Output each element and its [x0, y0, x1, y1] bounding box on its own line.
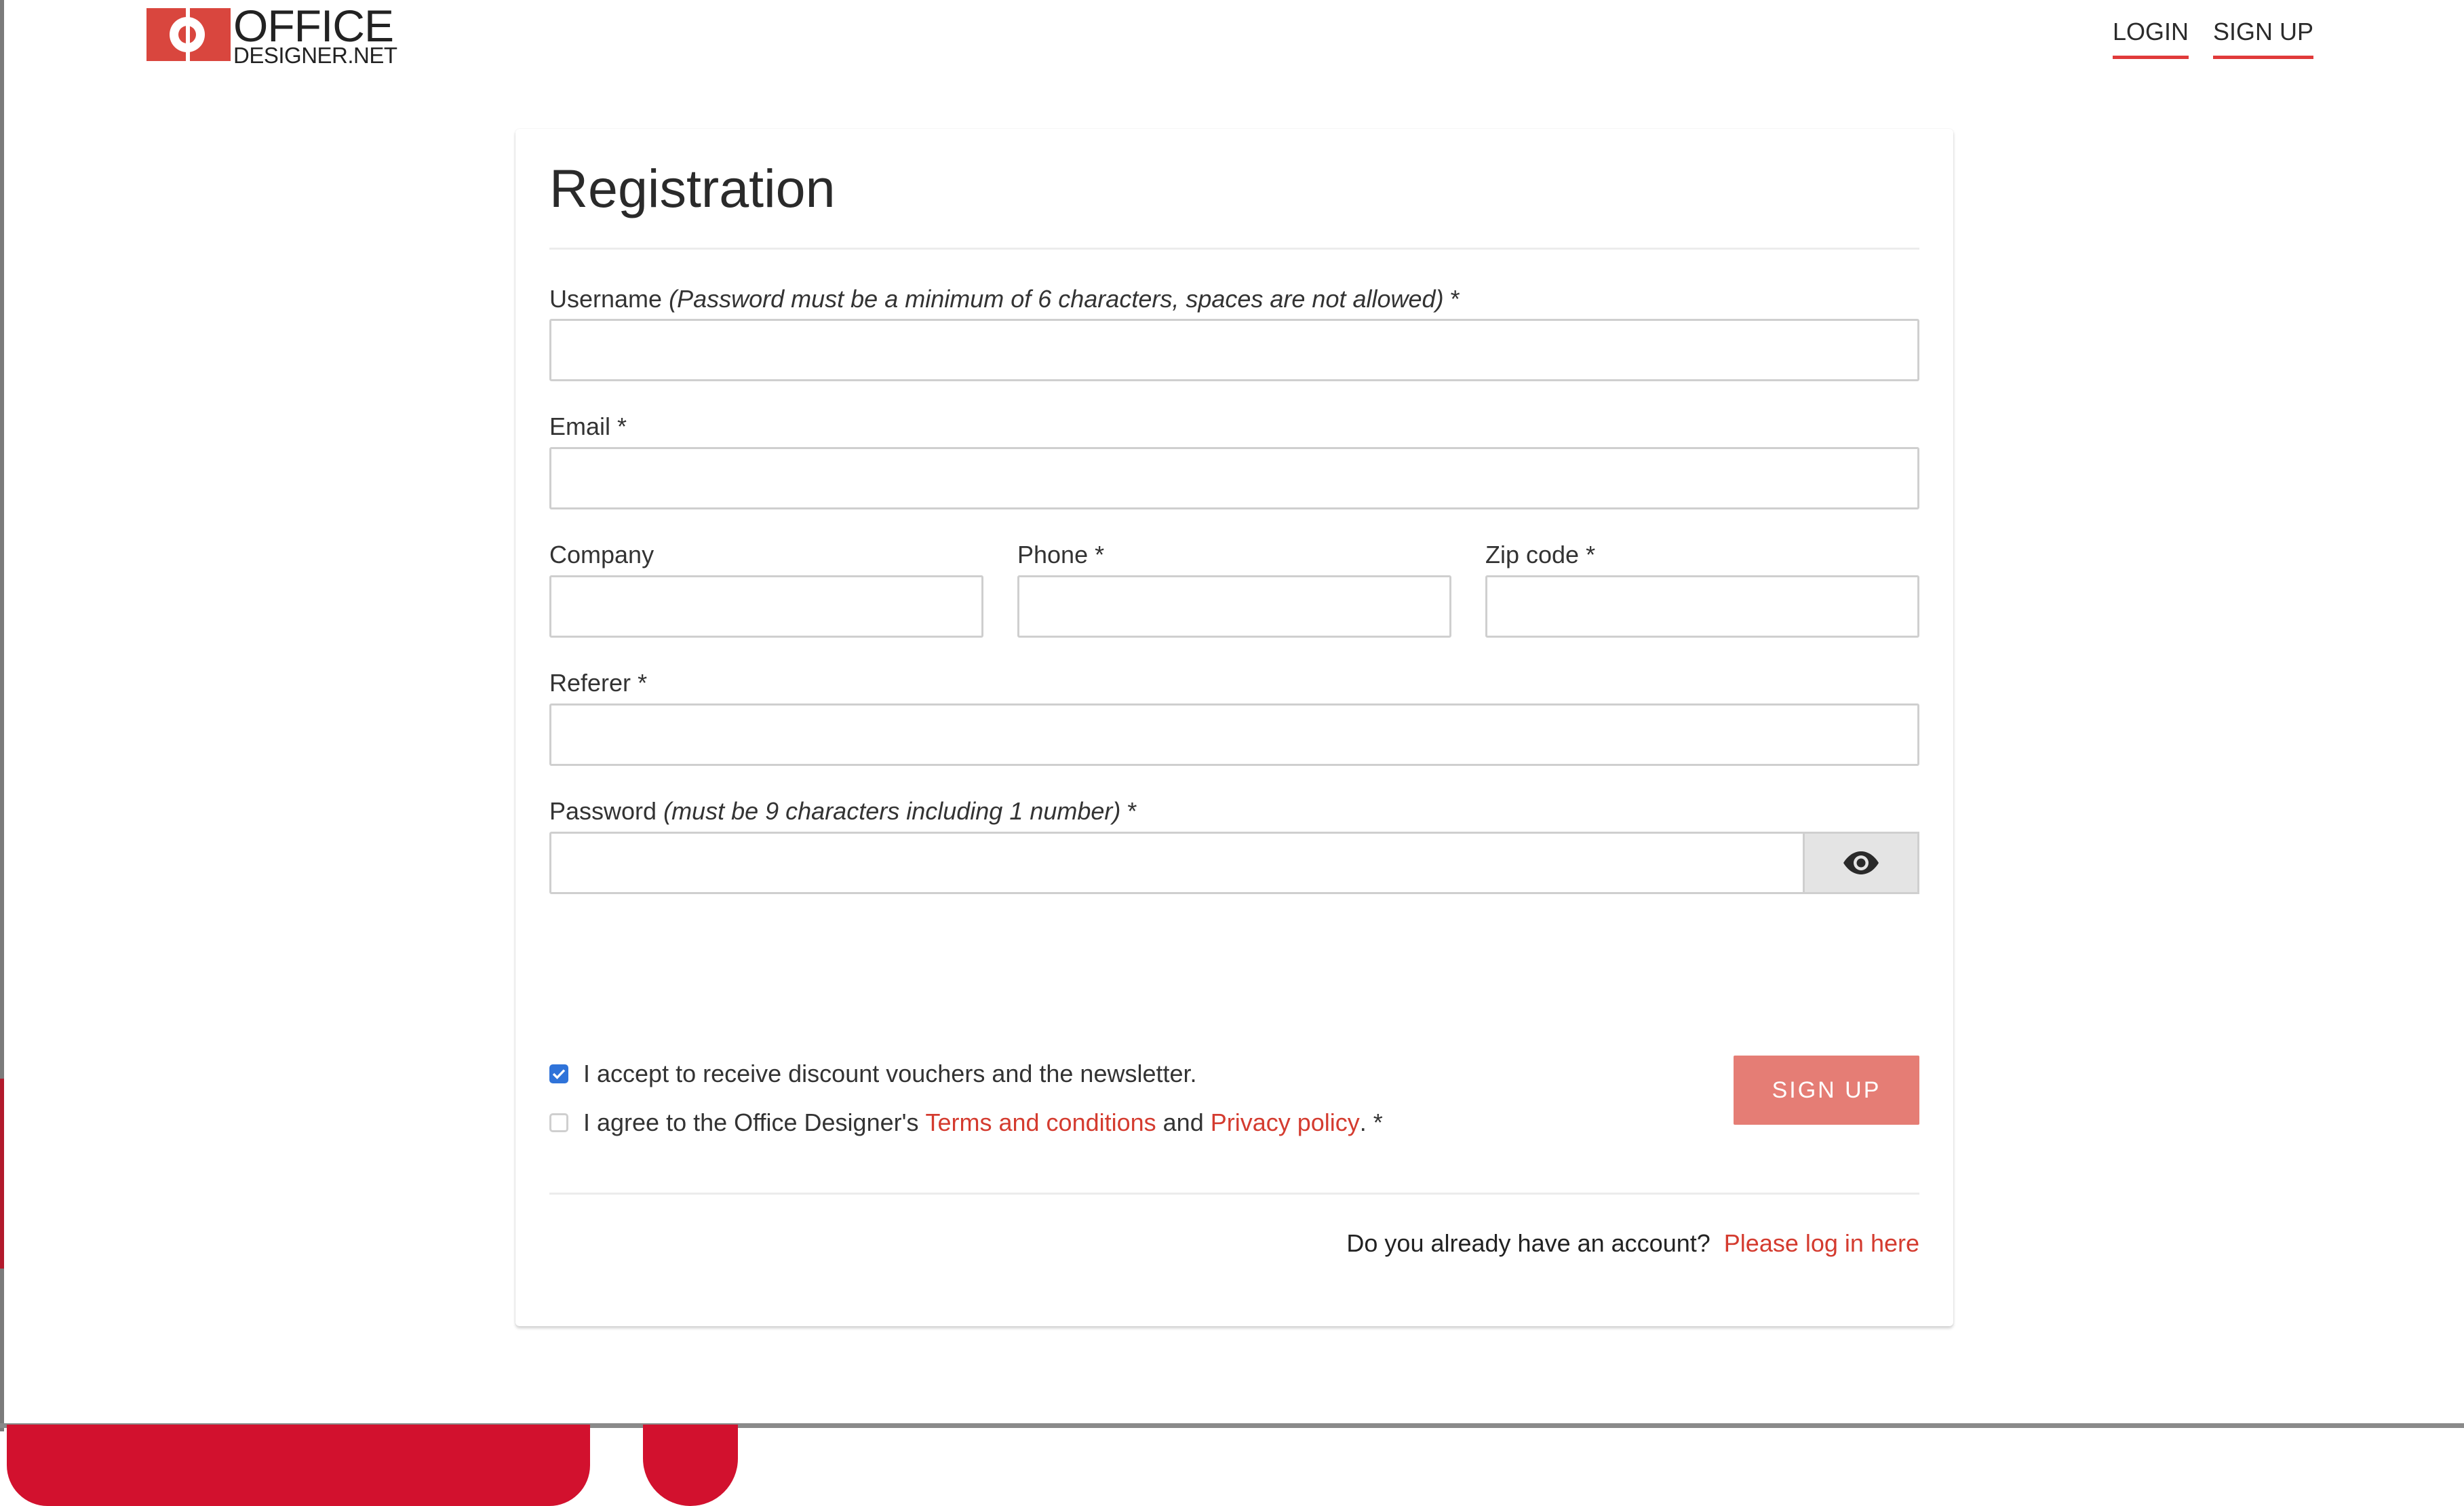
- logo-text: OFFICE DESIGNER.NET: [233, 3, 397, 66]
- signup-submit-button[interactable]: SIGN UP: [1734, 1056, 1919, 1125]
- divider: [549, 248, 1919, 250]
- newsletter-label: I accept to receive discount vouchers an…: [583, 1060, 1197, 1087]
- username-label-text: Username: [549, 285, 663, 313]
- required-marker: *: [1127, 797, 1137, 825]
- username-label: Username (Password must be a minimum of …: [549, 285, 1460, 313]
- logo-mark-icon: [146, 5, 231, 64]
- password-label: Password (must be 9 characters including…: [549, 797, 1137, 826]
- logo-line-1: OFFICE: [233, 0, 394, 51]
- terms-label-pre: I agree to the Office Designer's: [583, 1108, 926, 1136]
- phone-label: Phone *: [1017, 541, 1104, 569]
- username-input[interactable]: [549, 319, 1919, 381]
- company-input[interactable]: [549, 575, 983, 638]
- terms-label-post: . *: [1359, 1108, 1383, 1136]
- background-decoration: [643, 1425, 738, 1506]
- required-marker: *: [1450, 285, 1460, 313]
- required-marker: *: [617, 412, 627, 440]
- logo-line-2: DESIGNER.NET: [233, 42, 397, 68]
- password-hint: (must be 9 characters including 1 number…: [663, 797, 1121, 825]
- newsletter-checkbox[interactable]: [549, 1064, 568, 1083]
- password-label-text: Password: [549, 797, 657, 825]
- required-marker: *: [1586, 541, 1596, 568]
- background-decoration-left: [0, 1079, 4, 1269]
- divider: [549, 1193, 1919, 1195]
- username-hint: (Password must be a minimum of 6 charact…: [669, 285, 1444, 313]
- terms-checkbox[interactable]: [549, 1113, 568, 1132]
- nav-login-link[interactable]: LOGIN: [2112, 18, 2189, 59]
- phone-label-text: Phone: [1017, 541, 1089, 568]
- password-input[interactable]: [549, 832, 1805, 894]
- email-input[interactable]: [549, 447, 1919, 509]
- registration-card: Registration Username (Password must be …: [515, 129, 1953, 1326]
- required-marker: *: [638, 669, 648, 697]
- page-title: Registration: [549, 158, 836, 218]
- login-prompt-text: Do you already have an account?: [1346, 1229, 1717, 1257]
- company-label-text: Company: [549, 541, 654, 568]
- password-toggle-button[interactable]: [1803, 832, 1919, 894]
- login-here-link[interactable]: Please log in here: [1724, 1229, 1919, 1257]
- checkmark-icon: [552, 1069, 566, 1079]
- terms-label-mid: and: [1156, 1108, 1211, 1136]
- zip-label-text: Zip code: [1485, 541, 1580, 568]
- referer-label-text: Referer: [549, 669, 631, 697]
- background-decoration: [7, 1425, 590, 1506]
- company-label: Company: [549, 541, 654, 569]
- eye-icon: [1843, 851, 1879, 874]
- referer-label: Referer *: [549, 669, 647, 697]
- header-nav: LOGIN SIGN UP: [2112, 18, 2313, 59]
- referer-input[interactable]: [549, 703, 1919, 766]
- newsletter-row: I accept to receive discount vouchers an…: [549, 1060, 1197, 1088]
- privacy-policy-link[interactable]: Privacy policy: [1211, 1108, 1360, 1137]
- zip-label: Zip code *: [1485, 541, 1595, 569]
- email-label-text: Email: [549, 412, 611, 440]
- phone-input[interactable]: [1017, 575, 1451, 638]
- email-label: Email *: [549, 412, 627, 441]
- zip-input[interactable]: [1485, 575, 1919, 638]
- site-logo[interactable]: OFFICE DESIGNER.NET: [146, 3, 397, 66]
- nav-signup-link[interactable]: SIGN UP: [2212, 18, 2313, 59]
- login-prompt: Do you already have an account? Please l…: [1346, 1229, 1919, 1258]
- terms-and-conditions-link[interactable]: Terms and conditions: [925, 1108, 1156, 1137]
- required-marker: *: [1095, 541, 1105, 568]
- terms-row: I agree to the Office Designer's Terms a…: [549, 1108, 1383, 1137]
